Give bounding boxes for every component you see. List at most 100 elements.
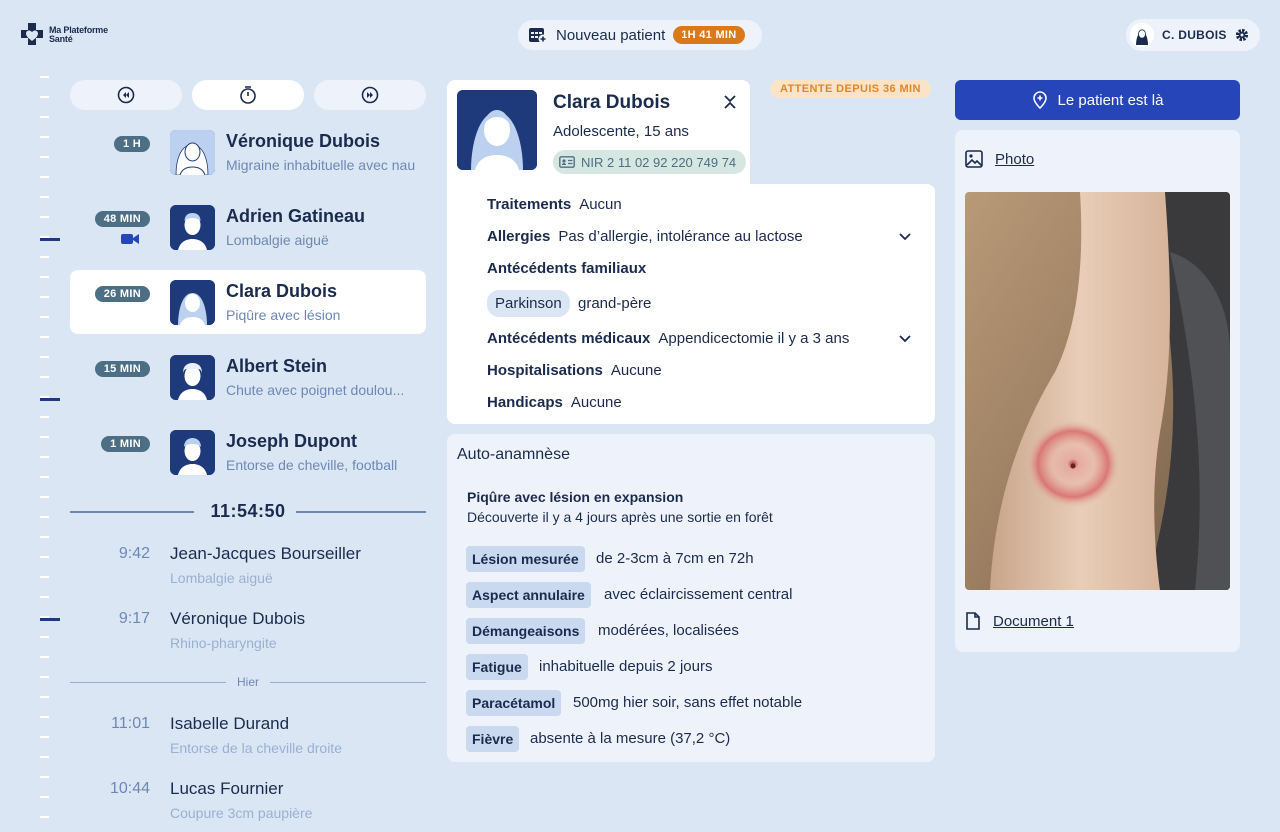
queue-item[interactable]: 1 H Véronique Dubois Migraine inhabituel… <box>70 120 426 184</box>
ruler-tick <box>40 796 49 798</box>
symptom-label: Démangeaisons <box>466 618 586 644</box>
timer-button[interactable] <box>192 80 304 110</box>
ruler-tick <box>40 436 49 438</box>
woman-portrait-icon <box>1136 29 1148 45</box>
patient-name: Adrien Gatineau <box>226 206 366 226</box>
ruler-tick <box>40 676 49 678</box>
document-link[interactable]: Document 1 <box>965 612 1074 630</box>
symptom-value: de 2-3cm à 7cm en 72h <box>596 550 754 567</box>
ruler-tick <box>40 536 49 538</box>
elderly-man-portrait-icon <box>170 355 215 400</box>
ruler-tick <box>40 776 49 778</box>
allergies-row[interactable]: Allergies Pas d’allergie, intolérance au … <box>487 228 803 246</box>
hospitalisations-label: Hospitalisations <box>487 362 603 379</box>
treatments-row: Traitements Aucun <box>487 196 622 214</box>
ruler-tick <box>40 496 49 498</box>
man-portrait-icon <box>170 205 215 250</box>
allergies-value: Pas d’allergie, intolérance au lactose <box>558 228 803 245</box>
family-history-label: Antécédents familiaux <box>487 260 647 277</box>
consultation-reason: Entorse de cheville, football <box>226 457 398 473</box>
symptom-label: Fatigue <box>466 654 528 680</box>
yesterday-label: Hier <box>236 675 259 689</box>
wait-badge: 1 MIN <box>101 436 150 452</box>
id-card-icon <box>559 156 575 168</box>
symptom-value: absente à la mesure (37,2 °C) <box>530 730 731 747</box>
ruler-tick <box>40 336 49 338</box>
patient-avatar <box>457 90 537 170</box>
history-reason: Coupure 3cm paupière <box>170 805 313 821</box>
user-name: C. DUBOIS <box>1162 28 1227 42</box>
photo-link[interactable]: Photo <box>965 150 1034 168</box>
user-menu[interactable]: C. DUBOIS <box>1126 19 1260 51</box>
calendar-add-icon <box>529 28 548 44</box>
queue-item[interactable]: 15 MIN Albert Stein Chute avec poignet d… <box>70 345 426 409</box>
collapse-icon[interactable] <box>722 94 738 110</box>
history-patient-name[interactable]: Lucas Fournier <box>170 779 283 799</box>
medical-history-value: Appendicectomie il y a 3 ans <box>658 330 850 347</box>
ruler-tick <box>40 356 49 358</box>
hospitalisations-row: Hospitalisations Aucune <box>487 362 662 380</box>
rewind-button[interactable] <box>70 80 182 110</box>
history-time: 9:17 <box>118 610 150 627</box>
ruler-marker <box>40 398 60 401</box>
new-patient-label: Nouveau patient <box>556 26 666 44</box>
lesion-photo[interactable] <box>965 192 1230 590</box>
ruler-tick <box>40 96 49 98</box>
history-reason: Entorse de la cheville droite <box>170 740 342 756</box>
stopwatch-icon <box>240 86 256 104</box>
ruler-tick <box>40 456 49 458</box>
anamnesis-heading: Piqûre avec lésion en expansion <box>467 489 684 505</box>
symptom-value: modérées, localisées <box>598 622 739 639</box>
history-patient-name[interactable]: Véronique Dubois <box>170 609 305 629</box>
anamnesis-title: Auto-anamnèse <box>457 446 570 463</box>
new-patient-wait-badge: 1H 41 MIN <box>673 26 745 44</box>
consultation-reason: Lombalgie aiguë <box>226 232 329 248</box>
chevron-down-icon[interactable] <box>897 231 913 243</box>
queue-item[interactable]: 48 MIN Adrien Gatineau Lombalgie aiguë <box>70 195 426 259</box>
symptom-label: Paracétamol <box>466 690 562 716</box>
nir-number: NIR 2 11 02 92 220 749 74 <box>581 154 737 170</box>
new-patient-button[interactable]: Nouveau patient 1H 41 MIN <box>518 20 762 50</box>
ruler-tick <box>40 256 49 258</box>
divider <box>70 511 194 513</box>
time-ruler <box>40 76 60 832</box>
queue-item-selected[interactable]: 26 MIN Clara Dubois Piqûre avec lésion <box>70 270 426 334</box>
ruler-tick <box>40 416 49 418</box>
patient-name: Clara Dubois <box>226 281 338 301</box>
queue-item[interactable]: 1 MIN Joseph Dupont Entorse de cheville,… <box>70 420 426 484</box>
ruler-tick <box>40 376 49 378</box>
consultation-reason: Piqûre avec lésion <box>226 307 341 323</box>
history-time: 11:01 <box>111 715 150 732</box>
patient-age: Adolescente, 15 ans <box>553 123 689 140</box>
ruler-tick <box>40 556 49 558</box>
girl-portrait-icon <box>457 90 537 170</box>
divider <box>296 511 426 513</box>
brand-line2: Santé <box>49 34 73 44</box>
anamnesis-subheading: Découverte il y a 4 jours après une sort… <box>467 509 773 525</box>
lesion-photo-image <box>965 192 1230 590</box>
family-history-relation: grand-père <box>578 295 652 312</box>
medical-history-row[interactable]: Antécédents médicaux Appendicectomie il y… <box>487 330 849 348</box>
ruler-tick <box>40 196 49 198</box>
ruler-marker <box>40 618 60 621</box>
location-pin-icon <box>1032 91 1047 109</box>
chevron-down-icon[interactable] <box>897 333 913 345</box>
history-patient-name[interactable]: Isabelle Durand <box>170 714 289 734</box>
patient-name: Albert Stein <box>226 356 328 376</box>
history-patient-name[interactable]: Jean-Jacques Bourseiller <box>170 544 361 564</box>
ruler-tick <box>40 636 49 638</box>
ruler-tick <box>40 156 49 158</box>
history-reason: Lombalgie aiguë <box>170 570 273 586</box>
nir-badge: NIR 2 11 02 92 220 749 74 <box>553 150 747 174</box>
handicaps-label: Handicaps <box>487 394 563 411</box>
symptom-label: Fièvre <box>466 726 520 752</box>
gear-icon[interactable] <box>1235 28 1249 42</box>
fast-forward-button[interactable] <box>314 80 426 110</box>
ruler-tick <box>40 136 49 138</box>
ruler-tick <box>40 756 49 758</box>
user-avatar <box>1130 23 1154 47</box>
boy-portrait-icon <box>170 430 215 475</box>
patient-arrived-button[interactable]: Le patient est là <box>955 80 1240 120</box>
handicaps-value: Aucune <box>570 394 622 411</box>
image-icon <box>965 150 983 168</box>
